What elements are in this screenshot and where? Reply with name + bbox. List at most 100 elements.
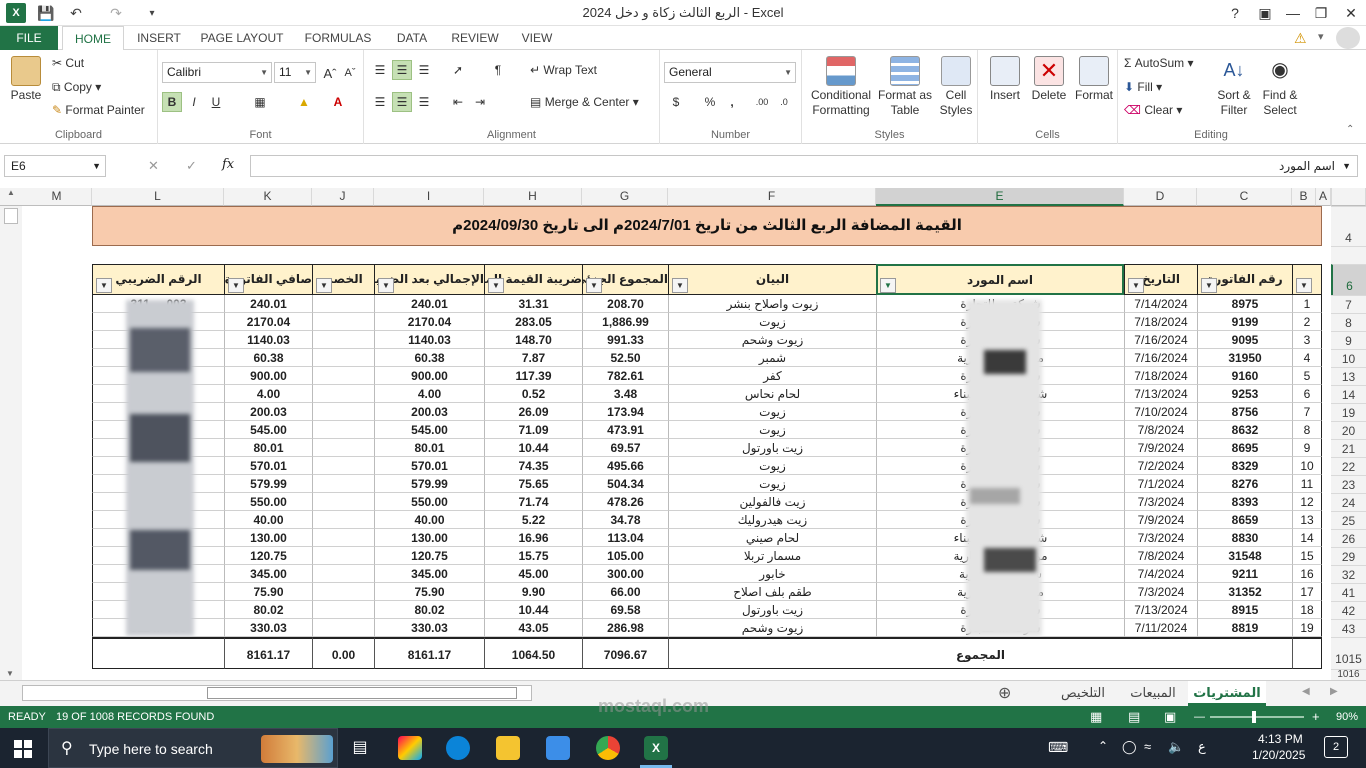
cell-invoice-number[interactable]: 9095 (1197, 331, 1292, 349)
cell-discount[interactable] (312, 601, 374, 619)
cell-invoice-number[interactable]: 8915 (1197, 601, 1292, 619)
format-cells-button[interactable]: Format (1072, 56, 1116, 103)
cell-total-after-tax[interactable]: 80.01 (374, 439, 484, 457)
cell-description[interactable]: خابور (668, 565, 876, 583)
cell-total-after-tax[interactable]: 1140.03 (374, 331, 484, 349)
cell-vat[interactable]: 7.87 (484, 349, 582, 367)
cell-discount[interactable] (312, 349, 374, 367)
edge-icon[interactable] (446, 736, 470, 760)
zoom-slider-thumb[interactable] (1252, 711, 1256, 723)
align-left-icon[interactable]: ☰ (370, 92, 390, 112)
cell-total-after-tax[interactable]: 200.03 (374, 403, 484, 421)
cell-date[interactable]: 7/18/2024 (1124, 313, 1197, 331)
grow-font-icon[interactable]: Aˆ (320, 63, 340, 83)
cell-subtotal[interactable]: 991.33 (582, 331, 668, 349)
cell-discount[interactable] (312, 331, 374, 349)
cell-row-number[interactable]: 6 (1292, 385, 1322, 403)
tab-review[interactable]: REVIEW (446, 26, 504, 50)
align-middle-icon[interactable]: ☰ (392, 60, 412, 80)
cell-vat[interactable]: 31.31 (484, 295, 582, 313)
format-as-table-button[interactable]: Format as Table (876, 56, 934, 118)
cell-discount[interactable] (312, 529, 374, 547)
taskbar-search-box[interactable]: ⚲ Type here to search (48, 728, 338, 768)
cell-vat[interactable]: 9.90 (484, 583, 582, 601)
font-size-combo[interactable]: 11 ▼ (274, 62, 316, 83)
row-header[interactable]: 10 (1331, 349, 1366, 367)
cell-vat[interactable]: 15.75 (484, 547, 582, 565)
cell-description[interactable]: كفر (668, 367, 876, 385)
page-break-view-icon[interactable]: ▣ (1164, 706, 1176, 728)
cell-description[interactable]: زيت هيدروليك (668, 511, 876, 529)
row-header[interactable]: 43 (1331, 619, 1366, 637)
clock-date[interactable]: 1/20/2025 (1252, 748, 1305, 762)
cell-description[interactable]: مسمار تربلا (668, 547, 876, 565)
cell-discount[interactable] (312, 421, 374, 439)
cell-vat[interactable]: 0.52 (484, 385, 582, 403)
insert-cells-button[interactable]: Insert (984, 56, 1026, 103)
cell-net[interactable]: 40.00 (224, 511, 312, 529)
cell-discount[interactable] (312, 385, 374, 403)
filter-dropdown-icon[interactable]: ▼ (228, 278, 244, 293)
cell-total-after-tax[interactable]: 80.02 (374, 601, 484, 619)
insert-function-button[interactable]: fx (222, 157, 234, 172)
row-header-selected[interactable]: 6 (1331, 264, 1366, 295)
task-view-icon[interactable]: ▤ (348, 736, 372, 760)
tab-formulas[interactable]: FORMULAS (298, 26, 378, 50)
cell-discount[interactable] (312, 367, 374, 385)
cell-invoice-number[interactable]: 8830 (1197, 529, 1292, 547)
tab-home[interactable]: HOME (62, 26, 124, 51)
cell-subtotal[interactable]: 478.26 (582, 493, 668, 511)
col-header-f[interactable]: F (668, 188, 876, 206)
align-center-icon[interactable]: ☰ (392, 92, 412, 112)
avatar[interactable] (1336, 27, 1360, 49)
row-header[interactable]: 42 (1331, 601, 1366, 619)
cell-net[interactable]: 345.00 (224, 565, 312, 583)
cell-date[interactable]: 7/10/2024 (1124, 403, 1197, 421)
cell-description[interactable]: طقم بلف اصلاح (668, 583, 876, 601)
row-header[interactable]: 19 (1331, 403, 1366, 421)
col-header-a[interactable]: A (1316, 188, 1331, 206)
underline-button[interactable]: U (206, 92, 226, 112)
cell-vat[interactable]: 71.09 (484, 421, 582, 439)
cell-subtotal[interactable]: 173.94 (582, 403, 668, 421)
cell-subtotal[interactable]: 105.00 (582, 547, 668, 565)
format-painter-button[interactable]: ✎ Format Painter (52, 103, 145, 117)
cell-row-number[interactable]: 17 (1292, 583, 1322, 601)
cell-invoice-number[interactable]: 8632 (1197, 421, 1292, 439)
cell-discount[interactable] (312, 493, 374, 511)
cell-vat[interactable]: 75.65 (484, 475, 582, 493)
cell-invoice-number[interactable]: 8975 (1197, 295, 1292, 313)
clear-button[interactable]: ⌫ Clear ▾ (1124, 103, 1182, 117)
sheet-tab-purchases[interactable]: المشتريات (1188, 681, 1266, 706)
zoom-in-icon[interactable]: + (1312, 706, 1320, 728)
cell-date[interactable]: 7/9/2024 (1124, 511, 1197, 529)
cell-vat[interactable]: 283.05 (484, 313, 582, 331)
minimize-icon[interactable]: — (1278, 2, 1308, 24)
totals-subtotal-cell[interactable]: 7096.67 (582, 637, 668, 669)
filter-dropdown-icon[interactable]: ▼ (1296, 278, 1312, 293)
merge-center-button[interactable]: ▤ Merge & Center ▾ (530, 95, 639, 109)
find-select-button[interactable]: ◉ Find & Select (1258, 56, 1302, 118)
cell-total-after-tax[interactable]: 4.00 (374, 385, 484, 403)
cell-invoice-number[interactable]: 9199 (1197, 313, 1292, 331)
cell-total-after-tax[interactable]: 550.00 (374, 493, 484, 511)
row-header[interactable]: 13 (1331, 367, 1366, 385)
col-header-m[interactable]: M (22, 188, 92, 206)
new-sheet-icon[interactable]: ⊕ (998, 683, 1011, 703)
copilot-icon[interactable] (398, 736, 422, 760)
col-header-h[interactable]: H (484, 188, 582, 206)
cell-subtotal[interactable]: 782.61 (582, 367, 668, 385)
cell-net[interactable]: 200.03 (224, 403, 312, 421)
account-dropdown-icon[interactable]: ▾ (1318, 30, 1324, 43)
totals-discount-cell[interactable]: 0.00 (312, 637, 374, 669)
cell-row-number[interactable]: 7 (1292, 403, 1322, 421)
vertical-scrollbar[interactable]: ▼ (0, 206, 22, 680)
normal-view-icon[interactable]: ▦ (1090, 706, 1102, 728)
autosum-button[interactable]: Σ AutoSum ▾ (1124, 56, 1193, 70)
totals-after-tax-cell[interactable]: 8161.17 (374, 637, 484, 669)
cell-date[interactable]: 7/18/2024 (1124, 367, 1197, 385)
percent-icon[interactable]: % (700, 92, 720, 112)
cell-row-number[interactable]: 12 (1292, 493, 1322, 511)
filter-dropdown-icon[interactable]: ▼ (1201, 278, 1217, 293)
cell-net[interactable]: 330.03 (224, 619, 312, 637)
